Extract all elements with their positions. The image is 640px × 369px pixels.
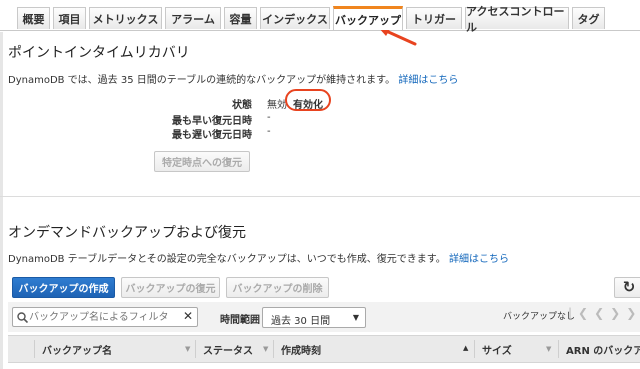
ondemand-title: オンデマンドバックアップおよび復元 xyxy=(8,225,246,241)
pitr-details-link[interactable]: 詳細はこちら xyxy=(398,75,458,86)
clear-icon[interactable]: ✕ xyxy=(183,309,193,323)
tab-backups[interactable]: バックアップ xyxy=(333,6,403,30)
tab-access-control[interactable]: アクセスコントロール xyxy=(465,5,569,34)
tab-bar: 概要 項目 メトリックス アラーム 容量 インデックス バックアップ トリガー … xyxy=(0,0,640,34)
first-page-icon[interactable]: |❮ xyxy=(568,306,594,320)
search-icon xyxy=(17,312,28,323)
chevron-down-icon: ▼ xyxy=(352,313,359,322)
create-backup-button[interactable]: バックアップの作成 xyxy=(12,277,115,298)
tab-tags[interactable]: タグ xyxy=(572,7,605,29)
pitr-description: DynamoDB では、過去 35 日間のテーブルの連続的なバックアップが維持さ… xyxy=(8,75,396,86)
refresh-button[interactable]: ↻ xyxy=(614,277,640,298)
tab-metrics[interactable]: メトリックス xyxy=(89,7,162,29)
delete-backup-button[interactable]: バックアップの削除 xyxy=(226,277,329,298)
earliest-restore-label: 最も早い復元日時 xyxy=(172,116,252,127)
column-creation-time[interactable]: 作成時刻 xyxy=(281,336,321,362)
refresh-icon: ↻ xyxy=(622,278,636,296)
tab-indexes[interactable]: インデックス xyxy=(260,7,330,29)
time-range-label: 時間範囲 xyxy=(220,315,260,326)
earliest-restore-value: - xyxy=(267,112,271,123)
status-value: 無効 xyxy=(267,100,287,111)
tab-items[interactable]: 項目 xyxy=(53,7,86,29)
left-edge xyxy=(0,0,3,369)
enable-pitr-link[interactable]: 有効化 xyxy=(293,96,323,111)
ondemand-description: DynamoDB テーブルデータとその設定の完全なバックアップは、いつでも作成、… xyxy=(8,254,446,265)
prev-page-icon[interactable]: ❮ xyxy=(594,306,610,320)
pagination-status: バックアップなし xyxy=(503,312,576,322)
sort-ascending-icon: ▲ xyxy=(463,344,469,352)
backup-table-header: バックアップ名 ▼ ステータス ▼ 作成時刻 ▲ サイズ ▼ ARN のバックア… xyxy=(8,335,640,363)
tab-alarms[interactable]: アラーム xyxy=(165,7,221,29)
section-divider xyxy=(0,196,640,197)
pagination-controls: |❮❮❯❯| xyxy=(568,306,640,320)
time-range-select[interactable]: 過去 30 日間 ▼ xyxy=(262,307,366,328)
latest-restore-label: 最も遅い復元日時 xyxy=(172,130,252,141)
column-backup-arn[interactable]: ARN のバックアップ xyxy=(566,336,640,362)
column-backup-name[interactable]: バックアップ名 xyxy=(42,336,112,362)
next-page-icon[interactable]: ❯ xyxy=(610,306,626,320)
restore-backup-button[interactable]: バックアップの復元 xyxy=(121,277,220,298)
tab-overview[interactable]: 概要 xyxy=(17,7,50,29)
restore-point-in-time-button[interactable]: 特定時点への復元 xyxy=(154,151,250,172)
search-box: ✕ xyxy=(12,307,198,327)
column-status[interactable]: ステータス xyxy=(203,336,253,362)
last-page-icon[interactable]: ❯| xyxy=(626,306,640,320)
column-size[interactable]: サイズ xyxy=(482,336,512,362)
sort-icon: ▼ xyxy=(546,345,552,353)
sort-icon: ▼ xyxy=(263,345,269,353)
status-label: 状態 xyxy=(232,100,252,111)
time-range-value: 過去 30 日間 xyxy=(271,316,331,327)
ondemand-details-link[interactable]: 詳細はこちら xyxy=(449,254,509,265)
tab-capacity[interactable]: 容量 xyxy=(224,7,257,29)
pitr-description-line: DynamoDB では、過去 35 日間のテーブルの連続的なバックアップが維持さ… xyxy=(8,71,458,86)
latest-restore-value: - xyxy=(267,126,271,137)
search-input[interactable] xyxy=(29,309,179,325)
pitr-title: ポイントインタイムリカバリ xyxy=(8,45,190,61)
sort-icon: ▼ xyxy=(185,345,191,353)
ondemand-description-line: DynamoDB テーブルデータとその設定の完全なバックアップは、いつでも作成、… xyxy=(8,250,509,265)
